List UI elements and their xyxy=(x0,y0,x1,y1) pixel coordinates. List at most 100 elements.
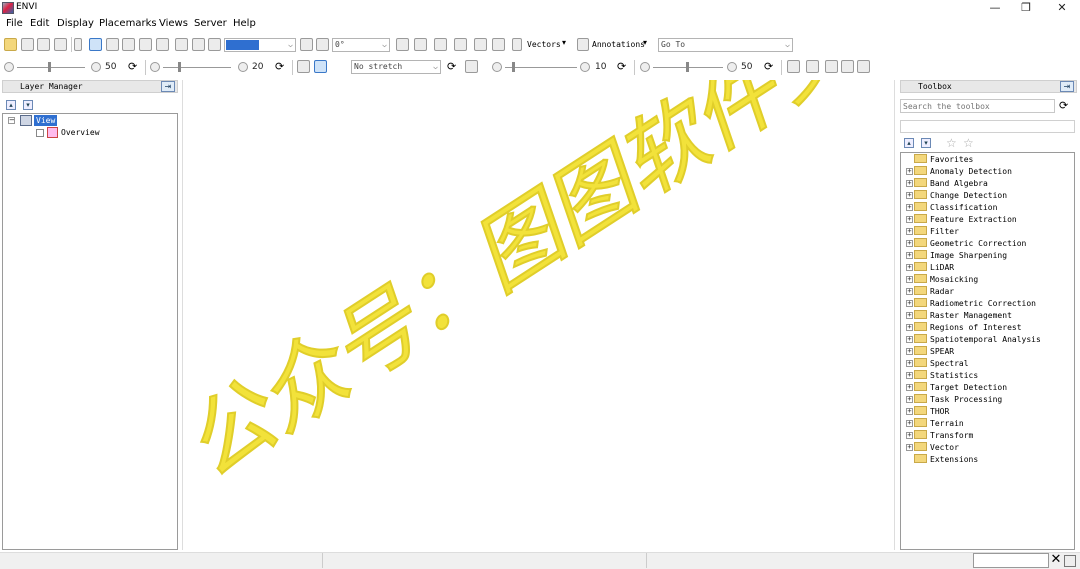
toolbox-item[interactable]: + Mosaicking xyxy=(906,274,978,286)
histogram-icon[interactable] xyxy=(297,60,310,73)
data-manager-icon[interactable] xyxy=(21,38,34,51)
collapse-toggle-icon[interactable]: − xyxy=(8,117,15,124)
fixed-zoom-out-icon[interactable] xyxy=(192,38,205,51)
pin-icon[interactable]: ⇥ xyxy=(1060,81,1074,92)
stretch-combo[interactable]: No stretch ⌵ xyxy=(351,60,441,74)
refresh-icon[interactable]: ⟳ xyxy=(1059,100,1068,111)
transparency-slider-thumb[interactable] xyxy=(686,62,689,72)
close-button[interactable]: ✕ xyxy=(1047,0,1077,16)
expand-toggle-icon[interactable]: + xyxy=(906,324,913,331)
zoom-in-icon[interactable] xyxy=(156,38,169,51)
sharpen-slider[interactable] xyxy=(505,67,577,68)
expand-toggle-icon[interactable]: + xyxy=(906,384,913,391)
restore-button[interactable]: ❐ xyxy=(1011,0,1041,16)
rotate-left-icon[interactable] xyxy=(300,38,313,51)
collapse-all-icon[interactable]: ▴ xyxy=(6,100,16,110)
add-favorite-icon[interactable]: ☆ xyxy=(946,136,957,150)
expand-toggle-icon[interactable]: + xyxy=(906,228,913,235)
toolbox-item[interactable]: Extensions xyxy=(906,454,978,466)
reset-sharpen-icon[interactable]: ⟳ xyxy=(617,61,630,74)
toolbox-item[interactable]: + Statistics xyxy=(906,370,978,382)
expand-toggle-icon[interactable]: + xyxy=(906,432,913,439)
reset-transparency-icon[interactable]: ⟳ xyxy=(764,61,777,74)
toolbox-item[interactable]: + Radiometric Correction xyxy=(906,298,1036,310)
stretch-settings-icon[interactable] xyxy=(333,60,346,73)
expand-toggle-icon[interactable]: + xyxy=(906,192,913,199)
sharpen-toggle-icon[interactable] xyxy=(465,60,478,73)
brightness-slider-thumb[interactable] xyxy=(48,62,51,72)
grid-icon[interactable] xyxy=(492,38,505,51)
expand-toggle-icon[interactable]: + xyxy=(906,420,913,427)
expand-toggle-icon[interactable]: + xyxy=(906,264,913,271)
annotation-tool-icon[interactable] xyxy=(577,38,589,51)
brightness-slider[interactable] xyxy=(17,67,85,68)
contrast-slider-thumb[interactable] xyxy=(178,62,181,72)
toolbox-search-input[interactable] xyxy=(900,99,1055,113)
minimize-button[interactable]: — xyxy=(980,0,1010,16)
expand-toggle-icon[interactable]: + xyxy=(906,168,913,175)
toolbox-item[interactable]: + THOR xyxy=(906,406,949,418)
expand-toggle-icon[interactable]: + xyxy=(906,348,913,355)
expand-toggle-icon[interactable]: + xyxy=(906,396,913,403)
annotations-menu[interactable]: Annotations xyxy=(592,40,645,49)
expand-toggle-icon[interactable]: + xyxy=(906,300,913,307)
expand-toggle-icon[interactable]: + xyxy=(906,240,913,247)
reset-contrast-icon[interactable]: ⟳ xyxy=(275,61,288,74)
layout-grid-icon[interactable] xyxy=(857,60,870,73)
expand-toggle-icon[interactable]: + xyxy=(906,204,913,211)
toolbox-item[interactable]: + Terrain xyxy=(906,418,964,430)
chevron-down-icon[interactable]: ▾ xyxy=(562,38,566,47)
pin-icon[interactable]: ⇥ xyxy=(161,81,175,92)
zoom-combo[interactable]: ⌵ xyxy=(224,38,296,52)
stretch-type-icon[interactable] xyxy=(314,60,327,73)
expand-toggle-icon[interactable]: + xyxy=(906,360,913,367)
remove-favorite-icon[interactable]: ☆ xyxy=(963,136,974,150)
contrast-slider[interactable] xyxy=(163,67,231,68)
tree-node-overview[interactable]: Overview xyxy=(61,128,100,137)
toolbox-item[interactable]: + Change Detection xyxy=(906,190,1007,202)
expand-toggle-icon[interactable]: + xyxy=(906,372,913,379)
toolbox-item[interactable]: + Geometric Correction xyxy=(906,238,1026,250)
goto-combo[interactable]: Go To ⌵ xyxy=(658,38,793,52)
toolbox-item[interactable]: + SPEAR xyxy=(906,346,954,358)
measure-icon[interactable] xyxy=(434,38,447,51)
menu-placemarks[interactable]: Placemarks xyxy=(99,18,157,29)
toolbox-item[interactable]: + Task Processing xyxy=(906,394,1002,406)
stretch-tool-icon[interactable] xyxy=(474,38,487,51)
toolbox-item[interactable]: + Image Sharpening xyxy=(906,250,1007,262)
menu-server[interactable]: Server xyxy=(194,18,227,29)
pan-tool-icon[interactable] xyxy=(106,38,119,51)
zoom-full-icon[interactable] xyxy=(208,38,221,51)
rotate-right-icon[interactable] xyxy=(316,38,329,51)
toolbox-item[interactable]: + Raster Management xyxy=(906,310,1012,322)
text-annotation-icon[interactable] xyxy=(414,38,427,51)
expand-toggle-icon[interactable]: + xyxy=(906,444,913,451)
toolbox-item[interactable]: + Spatiotemporal Analysis xyxy=(906,334,1041,346)
display-icon[interactable] xyxy=(37,38,50,51)
toolbox-item[interactable]: + Target Detection xyxy=(906,382,1007,394)
menu-file[interactable]: File xyxy=(6,18,23,29)
expand-toggle-icon[interactable]: + xyxy=(906,252,913,259)
tree-node-view[interactable]: View xyxy=(34,115,58,126)
vector-tool-icon[interactable] xyxy=(512,38,522,51)
cursor-value-icon[interactable] xyxy=(74,38,82,51)
zoom-box-icon[interactable] xyxy=(139,38,152,51)
expand-toggle-icon[interactable]: + xyxy=(906,216,913,223)
toolbox-item[interactable]: + Filter xyxy=(906,226,959,238)
refresh-stretch-icon[interactable]: ⟳ xyxy=(447,61,460,74)
toolbox-item[interactable]: + LiDAR xyxy=(906,262,954,274)
rectangle-icon[interactable] xyxy=(454,38,467,51)
toolbox-item[interactable]: + Regions of Interest xyxy=(906,322,1022,334)
vectors-menu[interactable]: Vectors xyxy=(527,40,561,49)
expand-toggle-icon[interactable]: + xyxy=(906,408,913,415)
toolbox-item[interactable]: + Vector xyxy=(906,442,959,454)
open-file-icon[interactable] xyxy=(4,38,17,51)
crosshairs-icon[interactable] xyxy=(396,38,409,51)
menu-help[interactable]: Help xyxy=(233,18,256,29)
select-tool-icon[interactable] xyxy=(89,38,102,51)
expand-toggle-icon[interactable]: + xyxy=(906,288,913,295)
reset-brightness-icon[interactable]: ⟳ xyxy=(128,61,141,74)
toolbox-item[interactable]: + Feature Extraction xyxy=(906,214,1017,226)
process-manager-icon[interactable] xyxy=(1064,555,1076,567)
toolbox-item[interactable]: Favorites xyxy=(906,154,973,166)
